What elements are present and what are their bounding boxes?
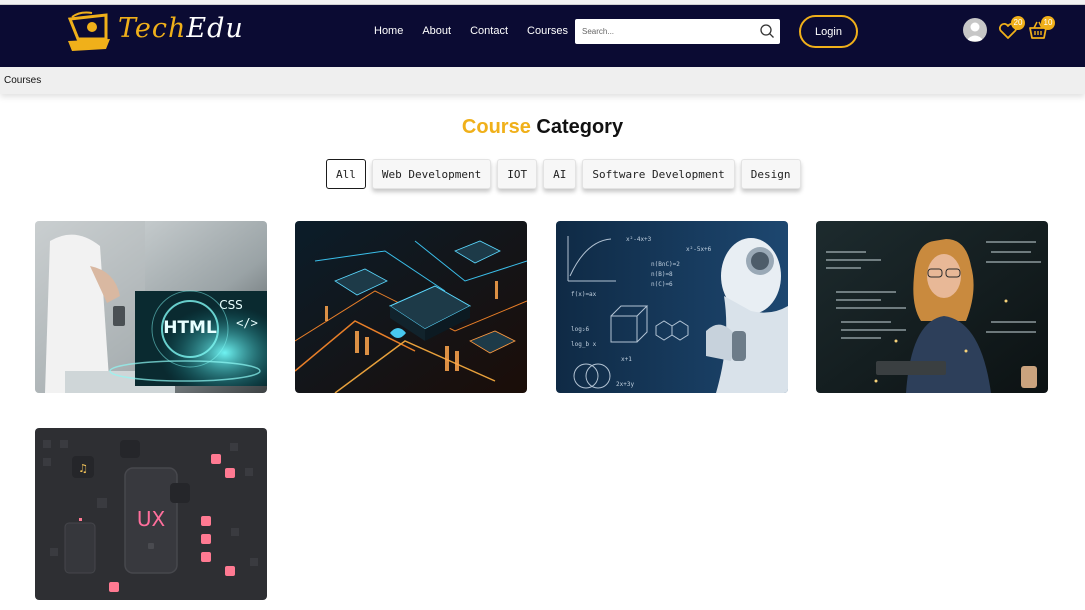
navbar: TechEdu Home About Contact Courses Login… xyxy=(0,5,1085,67)
breadcrumb: Courses xyxy=(0,67,1085,94)
svg-text:n(C)=6: n(C)=6 xyxy=(651,281,673,288)
filter-ai-button[interactable]: AI xyxy=(543,159,577,189)
wishlist-count-badge: 20 xyxy=(1011,16,1025,30)
svg-text:log_b x: log_b x xyxy=(571,341,597,348)
svg-text:x²-5x+6: x²-5x+6 xyxy=(686,246,712,253)
search-icon[interactable] xyxy=(759,23,775,39)
search-box xyxy=(575,19,780,44)
svg-text:2x+3y: 2x+3y xyxy=(616,381,634,388)
course-card-software-development[interactable] xyxy=(816,221,1048,393)
filter-iot-button[interactable]: IOT xyxy=(497,159,538,189)
course-image-ai: x²-4x+3 n(B∩C)=2 n(B)=8 n(C)=6 f(x)=ax log₂6… xyxy=(556,221,788,393)
svg-text:n(B∩C)=2: n(B∩C)=2 xyxy=(651,261,680,268)
course-card-ai[interactable]: x²-4x+3 n(B∩C)=2 n(B)=8 n(C)=6 f(x)=ax log₂6… xyxy=(556,221,788,393)
cart-count-badge: 10 xyxy=(1041,16,1055,30)
course-image-software-development xyxy=(816,221,1048,393)
svg-text:x+1: x+1 xyxy=(621,356,632,363)
user-avatar[interactable] xyxy=(963,18,987,42)
logo[interactable]: TechEdu xyxy=(66,9,246,55)
course-card-iot[interactable] xyxy=(295,221,527,393)
category-filters: All Web Development IOT AI Software Developm… xyxy=(326,159,801,189)
course-image-iot xyxy=(295,221,527,393)
html-badge-text: HTML xyxy=(163,318,217,338)
brand-name: TechEdu xyxy=(118,13,244,44)
filter-all-button[interactable]: All xyxy=(326,159,366,189)
css-badge-text: CSS xyxy=(219,298,243,312)
nav-contact-link[interactable]: Contact xyxy=(470,25,508,37)
code-tag-text: </> xyxy=(236,316,258,330)
brand-name-first: Tech xyxy=(118,13,187,44)
filter-design-button[interactable]: Design xyxy=(740,159,801,189)
section-title-rest: Category xyxy=(536,116,624,138)
svg-text:f(x)=ax: f(x)=ax xyxy=(571,291,597,298)
nav-home-link[interactable]: Home xyxy=(374,25,403,37)
course-image-design: ♫ UX xyxy=(35,428,267,600)
section-title-accent: Course xyxy=(461,116,531,138)
filter-web-development-button[interactable]: Web Development xyxy=(371,159,492,189)
svg-text:x²-4x+3: x²-4x+3 xyxy=(626,236,652,243)
brand-name-second: Edu xyxy=(186,13,244,44)
course-image-web-development: HTML CSS </> xyxy=(35,221,267,393)
ux-label: UX xyxy=(137,507,166,531)
filter-software-development-button[interactable]: Software Development xyxy=(582,159,735,189)
breadcrumb-current: Courses xyxy=(4,75,42,86)
svg-text:log₂6: log₂6 xyxy=(571,326,589,333)
svg-text:n(B)=8: n(B)=8 xyxy=(651,271,673,278)
user-icon xyxy=(966,22,984,41)
login-button[interactable]: Login xyxy=(799,15,858,48)
search-input[interactable] xyxy=(575,19,745,44)
course-card-web-development[interactable]: HTML CSS </> xyxy=(35,221,267,393)
music-note-icon: ♫ xyxy=(78,462,88,475)
section-title: Course Category xyxy=(0,116,1085,139)
laptop-logo-icon xyxy=(67,11,110,51)
nav-about-link[interactable]: About xyxy=(422,25,451,37)
nav-courses-link[interactable]: Courses xyxy=(527,25,568,37)
course-card-design[interactable]: ♫ UX xyxy=(35,428,267,600)
main-nav: Home About Contact Courses xyxy=(374,25,568,37)
